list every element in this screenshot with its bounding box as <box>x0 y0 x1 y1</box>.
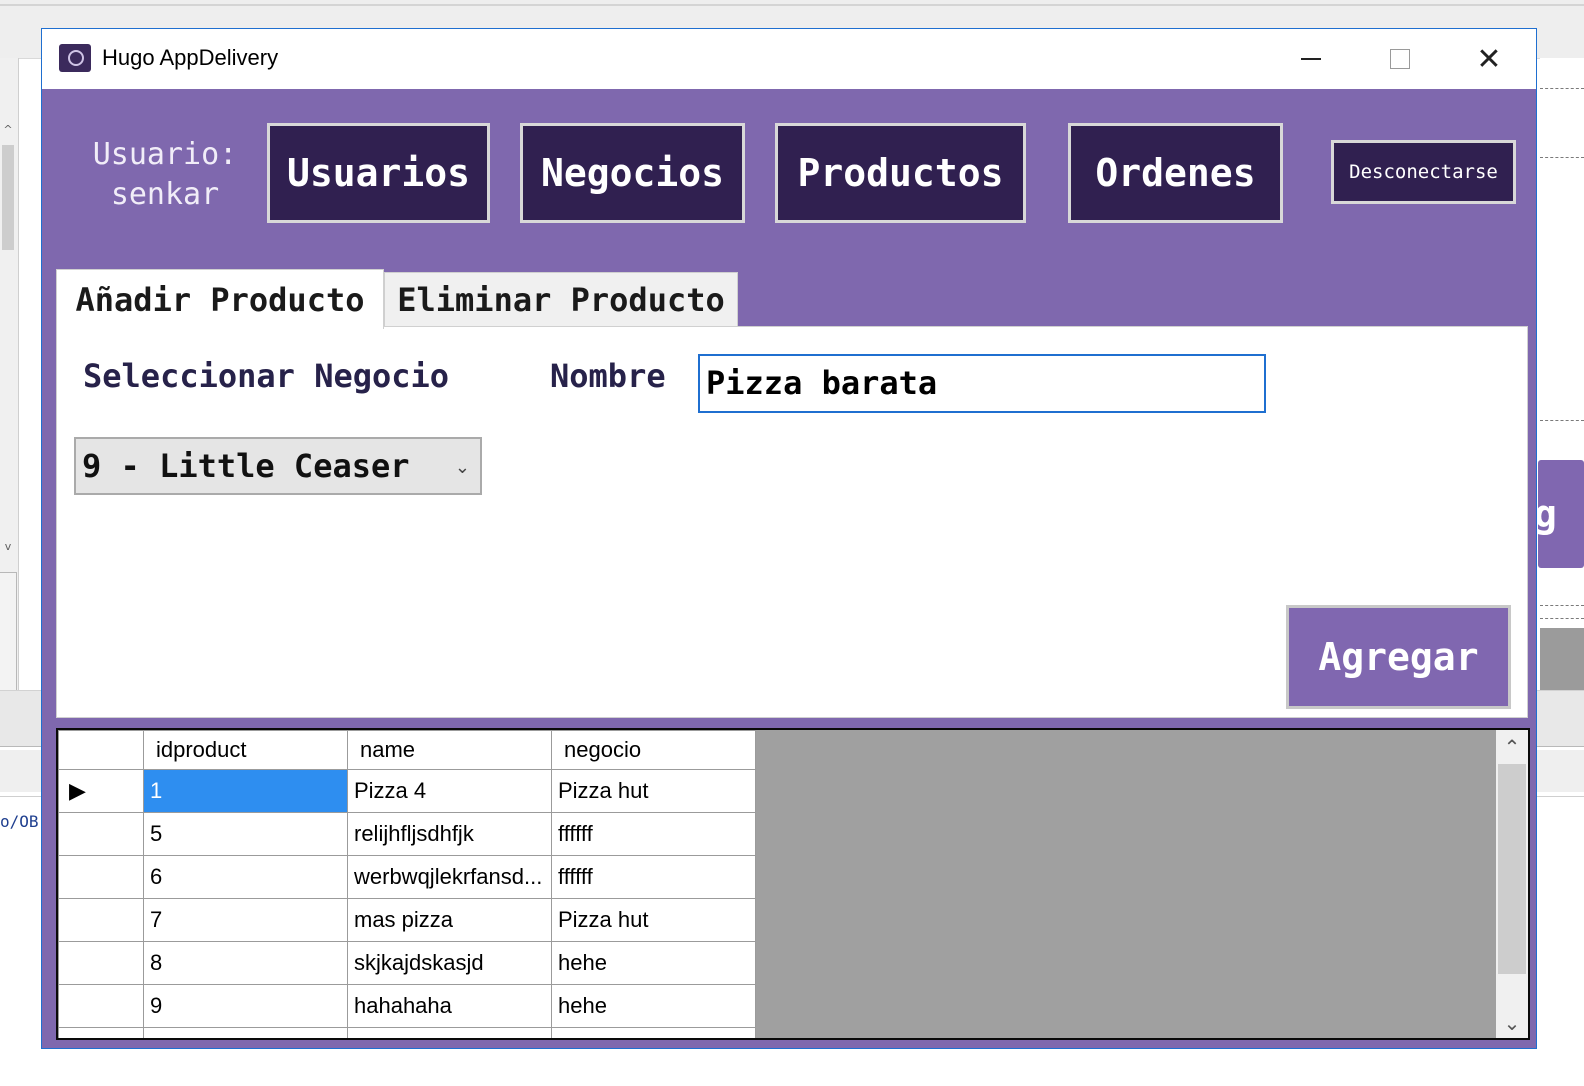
ordenes-button[interactable]: Ordenes <box>1068 123 1283 223</box>
chevron-down-icon[interactable]: ⌄ <box>455 457 470 478</box>
table-row[interactable]: 8 skjkajdskasjd hehe <box>58 941 756 985</box>
column-header-name[interactable]: name <box>347 730 552 770</box>
user-label: Usuario: <box>92 137 238 172</box>
row-header-cell[interactable] <box>58 855 144 899</box>
negocio-select[interactable]: 9 - Little Ceaser ⌄ <box>74 437 482 495</box>
negocio-select-value: 9 - Little Ceaser <box>82 447 410 485</box>
maximize-icon <box>1390 49 1410 69</box>
background-dashed-line <box>1540 618 1584 620</box>
products-table: idproduct name negocio ▶ 1 Pizza 4 Pizza… <box>58 730 756 1038</box>
table-row[interactable]: 6 werbwqjlekrfansd... ffffff <box>58 855 756 899</box>
table-cell[interactable] <box>347 1027 552 1038</box>
row-header-corner[interactable] <box>58 730 144 770</box>
table-cell[interactable]: 8 <box>143 941 348 985</box>
user-name: senkar <box>110 177 220 212</box>
table-cell[interactable]: hahahaha <box>347 984 552 1028</box>
user-info: Usuario: senkar <box>75 135 255 215</box>
table-cell[interactable]: Pizza hut <box>551 769 756 813</box>
table-cell[interactable]: hehe <box>551 941 756 985</box>
table-header-row: idproduct name negocio <box>58 730 756 770</box>
row-header-cell[interactable] <box>58 984 144 1028</box>
grid-scroll-thumb[interactable] <box>1498 764 1526 974</box>
close-icon: ✕ <box>1476 41 1502 77</box>
add-product-panel: Seleccionar Negocio Nombre Pizza barata … <box>56 326 1528 718</box>
nombre-label: Nombre <box>550 357 666 395</box>
maximize-button[interactable] <box>1356 29 1444 89</box>
table-cell[interactable]: 1 <box>143 769 348 813</box>
row-header-cell[interactable] <box>58 812 144 856</box>
products-grid[interactable]: idproduct name negocio ▶ 1 Pizza 4 Pizza… <box>56 728 1530 1040</box>
background-dashed-line <box>1540 605 1584 607</box>
table-cell[interactable] <box>143 1027 348 1038</box>
background-divider <box>0 4 1584 6</box>
table-cell[interactable]: 5 <box>143 812 348 856</box>
column-header-idproduct[interactable]: idproduct <box>143 730 348 770</box>
background-dashed-line <box>1540 157 1584 159</box>
background-left-box <box>0 572 17 692</box>
table-row[interactable]: 9 hahahaha hehe <box>58 984 756 1028</box>
app-window: Hugo AppDelivery ✕ Usuario: senkar Usuar… <box>41 28 1537 1049</box>
background-partial-button[interactable]: g <box>1538 460 1584 568</box>
table-row[interactable]: 7 mas pizza Pizza hut <box>58 898 756 942</box>
negocios-button[interactable]: Negocios <box>520 123 745 223</box>
table-cell[interactable]: 9 <box>143 984 348 1028</box>
table-cell[interactable]: ffffff <box>551 812 756 856</box>
tab-remove-product[interactable]: Eliminar Producto <box>384 272 738 327</box>
background-dashed-line <box>1540 420 1584 422</box>
background-gray-block <box>1540 628 1584 690</box>
productos-button[interactable]: Productos <box>775 123 1026 223</box>
table-cell[interactable] <box>551 1027 756 1038</box>
table-cell[interactable]: Pizza 4 <box>347 769 552 813</box>
table-cell[interactable]: 7 <box>143 898 348 942</box>
tab-add-product[interactable]: Añadir Producto <box>56 269 384 329</box>
negocio-label: Seleccionar Negocio <box>83 357 450 395</box>
table-row[interactable]: ▶ 1 Pizza 4 Pizza hut <box>58 769 756 813</box>
minimize-button[interactable] <box>1267 29 1355 89</box>
nombre-input[interactable]: Pizza barata <box>698 354 1266 413</box>
chevron-up-icon[interactable]: ^ <box>1 123 15 137</box>
close-button[interactable]: ✕ <box>1445 29 1533 89</box>
logout-button[interactable]: Desconectarse <box>1331 140 1516 204</box>
column-header-negocio[interactable]: negocio <box>551 730 756 770</box>
table-cell[interactable]: skjkajdskasjd <box>347 941 552 985</box>
background-dashed-line <box>1540 88 1584 90</box>
background-left-scroll-thumb[interactable] <box>2 145 14 250</box>
title-bar[interactable]: Hugo AppDelivery ✕ <box>42 29 1536 89</box>
row-header-cell[interactable] <box>58 1027 144 1038</box>
table-cell[interactable]: 6 <box>143 855 348 899</box>
row-header-cell[interactable] <box>58 898 144 942</box>
background-code-text: o/OB <box>0 812 39 831</box>
grid-vertical-scrollbar[interactable]: ⌃ ⌄ <box>1496 730 1528 1038</box>
table-cell[interactable]: Pizza hut <box>551 898 756 942</box>
window-title: Hugo AppDelivery <box>102 45 279 70</box>
table-cell[interactable]: relijhfljsdhfjk <box>347 812 552 856</box>
minimize-icon <box>1301 58 1321 60</box>
table-row[interactable] <box>58 1027 756 1038</box>
table-cell[interactable]: hehe <box>551 984 756 1028</box>
chevron-down-icon[interactable]: v <box>1 540 15 554</box>
table-cell[interactable]: werbwqjlekrfansd... <box>347 855 552 899</box>
background-right-column <box>1540 58 1584 690</box>
usuarios-button[interactable]: Usuarios <box>267 123 490 223</box>
app-icon <box>59 44 91 72</box>
table-cell[interactable]: mas pizza <box>347 898 552 942</box>
row-header-cell[interactable] <box>58 941 144 985</box>
table-cell[interactable]: ffffff <box>551 855 756 899</box>
chevron-down-icon[interactable]: ⌄ <box>1496 1008 1528 1038</box>
agregar-button[interactable]: Agregar <box>1286 605 1511 709</box>
chevron-up-icon[interactable]: ⌃ <box>1496 732 1528 762</box>
current-row-arrow-icon[interactable]: ▶ <box>58 769 144 813</box>
table-row[interactable]: 5 relijhfljsdhfjk ffffff <box>58 812 756 856</box>
